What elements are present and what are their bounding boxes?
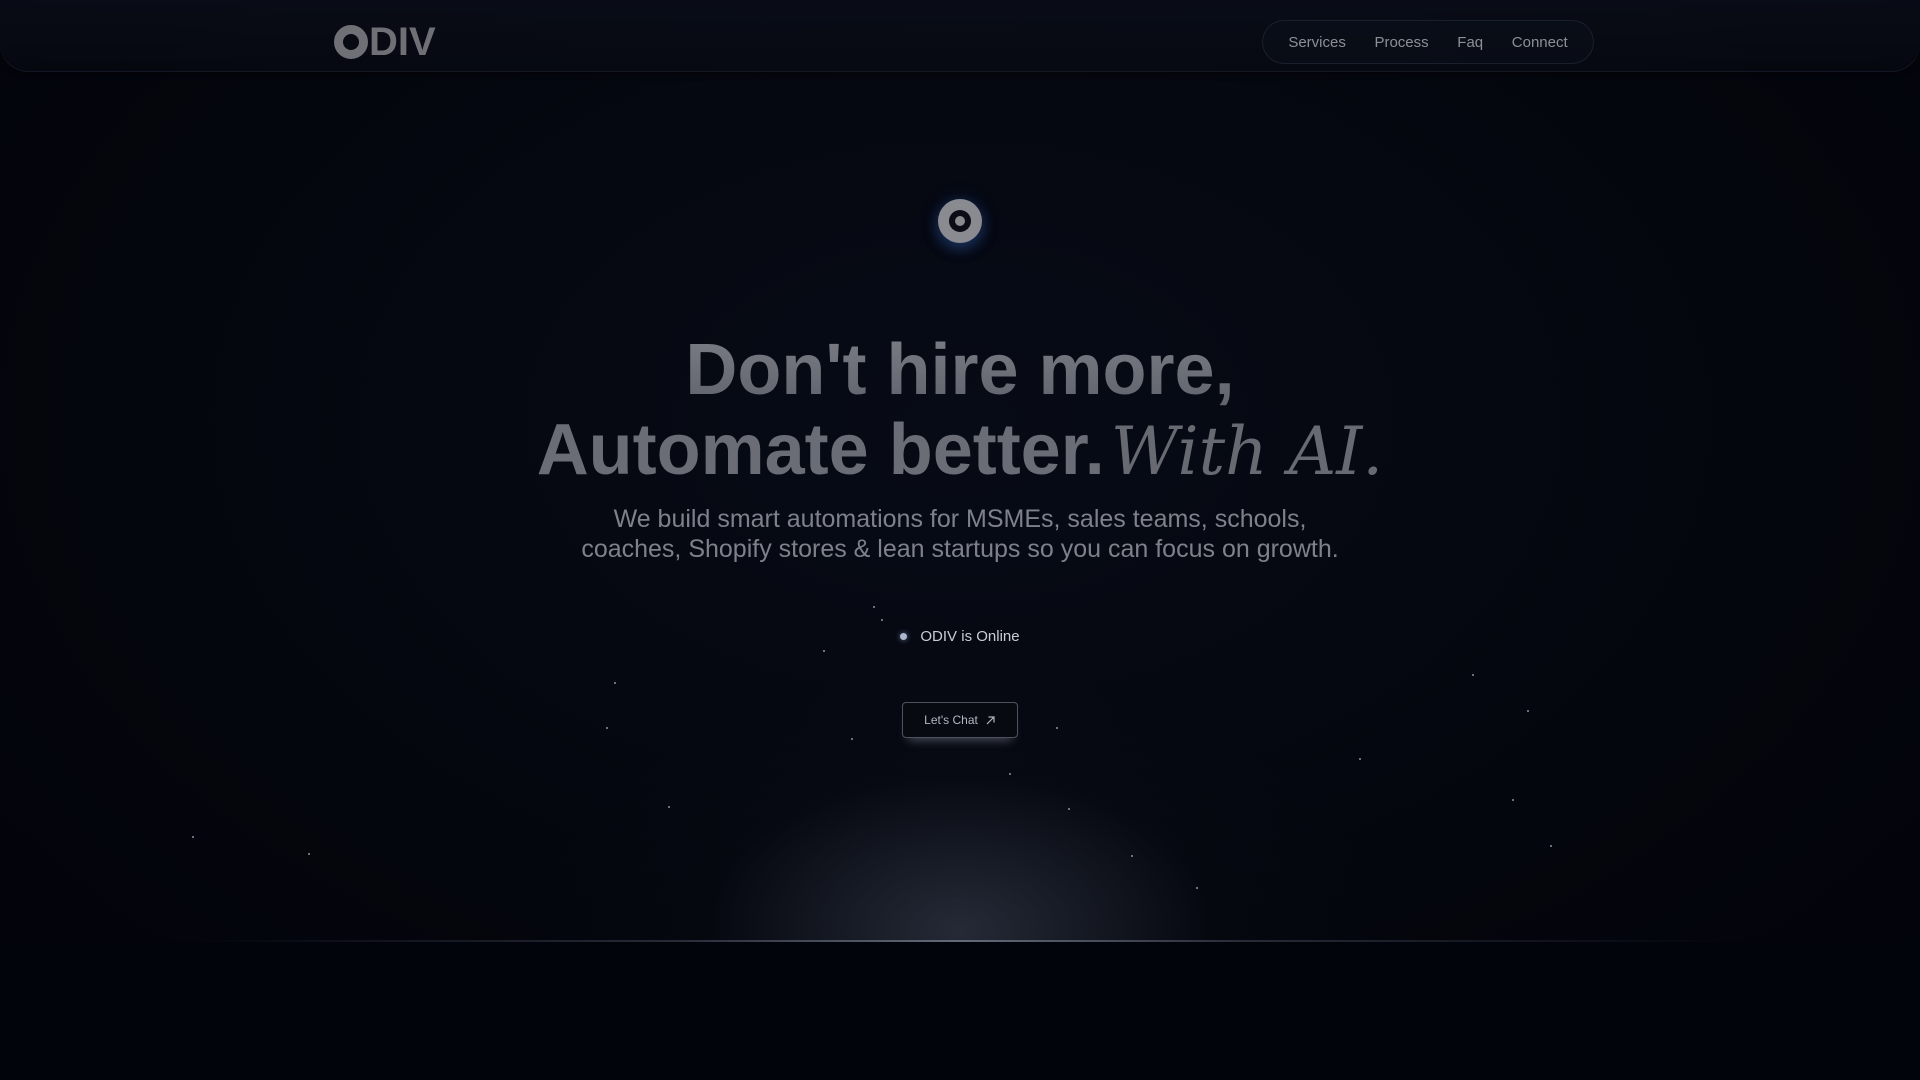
star: [308, 853, 310, 855]
hero-subtitle: We build smart automations for MSMEs, sa…: [0, 504, 1920, 564]
status-text: ODIV is Online: [920, 628, 1020, 645]
star: [1527, 710, 1529, 712]
star: [873, 606, 875, 608]
online-status: ODIV is Online: [0, 628, 1920, 645]
star: [1056, 727, 1058, 729]
star: [606, 727, 608, 729]
headline-line-2: Automate better.With AI.: [0, 410, 1920, 492]
star: [1009, 773, 1011, 775]
lets-chat-button[interactable]: Let's Chat: [902, 702, 1018, 738]
star: [192, 836, 194, 838]
top-navbar: DIV Services Process Faq Connect: [0, 0, 1920, 72]
nav-link-connect[interactable]: Connect: [1512, 34, 1568, 51]
logo-text: DIV: [369, 20, 436, 64]
logo-ring-icon: [334, 25, 368, 59]
star: [1550, 845, 1552, 847]
star: [823, 650, 825, 652]
star: [1472, 674, 1474, 676]
headline-line-1: Don't hire more,: [0, 330, 1920, 410]
brand-ring-icon: [938, 199, 982, 243]
arrow-up-right-icon: [986, 715, 995, 724]
landing-page: DIV Services Process Faq Connect Don't h…: [0, 0, 1920, 1080]
headline-accent: With AI.: [1110, 413, 1384, 490]
nav-link-faq[interactable]: Faq: [1457, 34, 1483, 51]
hero-headline: Don't hire more, Automate better.With AI…: [0, 330, 1920, 492]
nav-link-services[interactable]: Services: [1288, 34, 1346, 51]
star: [668, 806, 670, 808]
star: [881, 619, 883, 621]
star: [1068, 808, 1070, 810]
cta-label: Let's Chat: [924, 713, 978, 727]
brand-logo[interactable]: DIV: [334, 20, 436, 64]
star: [1131, 855, 1133, 857]
star: [1512, 799, 1514, 801]
subtitle-line-1: We build smart automations for MSMEs, sa…: [613, 505, 1307, 533]
star: [1196, 887, 1198, 889]
nav-link-process[interactable]: Process: [1374, 34, 1428, 51]
bottom-section: [0, 942, 1920, 1080]
star: [1359, 758, 1361, 760]
nav-menu: Services Process Faq Connect: [1262, 20, 1594, 64]
status-dot-icon: [900, 633, 908, 640]
star: [614, 682, 616, 684]
subtitle-line-2: coaches, Shopify stores & lean startups …: [581, 535, 1339, 563]
ring-center-dot: [955, 216, 965, 226]
star: [851, 738, 853, 740]
headline-line-2-text: Automate better.: [536, 410, 1105, 490]
